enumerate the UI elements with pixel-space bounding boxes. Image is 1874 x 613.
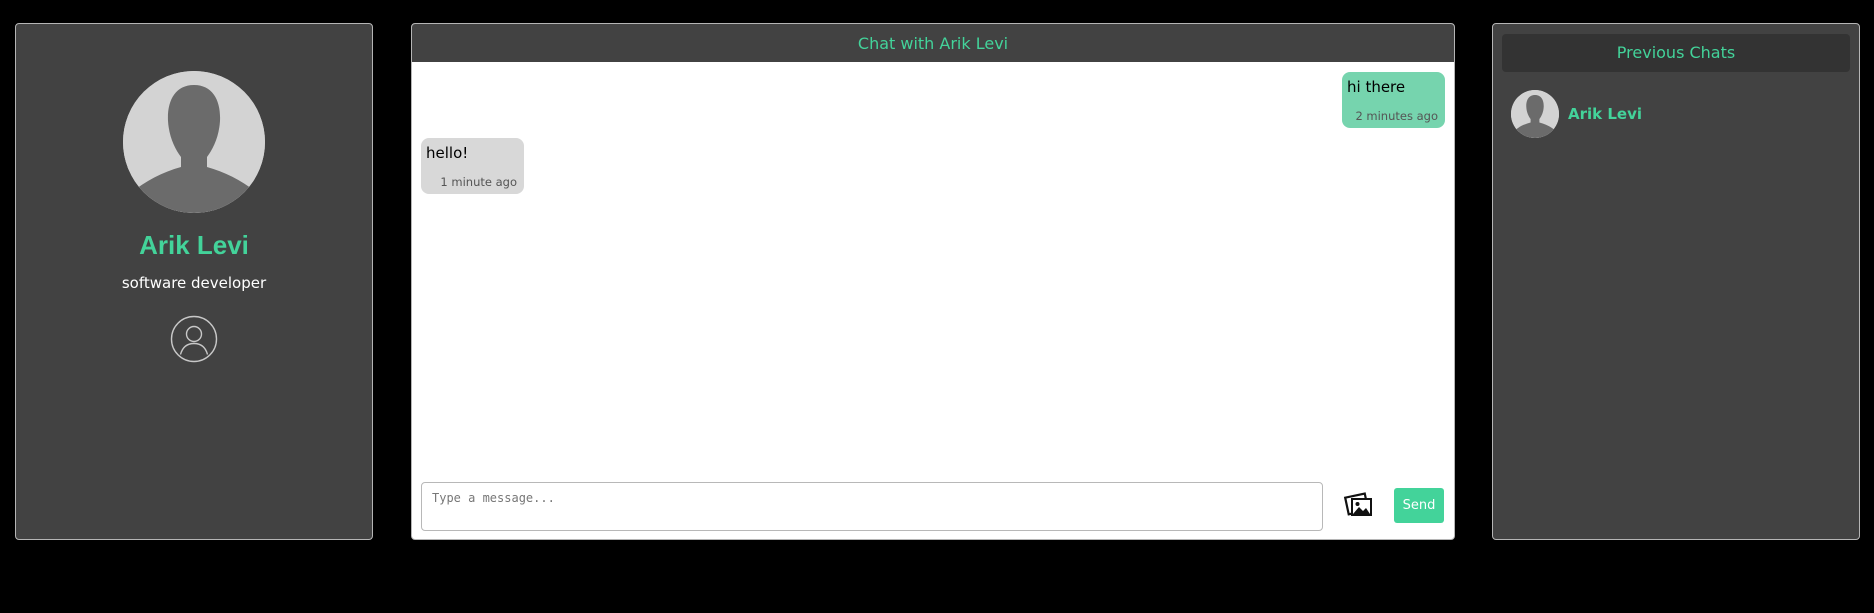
chat-title: Chat with Arik Levi: [412, 24, 1454, 62]
previous-chats-panel: Previous Chats Arik Levi: [1492, 23, 1860, 540]
image-attach-icon[interactable]: [1343, 489, 1375, 521]
message-timestamp: 2 minutes ago: [1355, 109, 1438, 123]
profile-name: Arik Levi: [139, 230, 249, 260]
message-text: hello!: [426, 144, 469, 162]
chat-history-name: Arik Levi: [1568, 105, 1642, 123]
history-avatar: [1511, 90, 1559, 138]
chat-history-item[interactable]: Arik Levi: [1502, 90, 1850, 140]
avatar-silhouette-icon: [123, 71, 265, 213]
message-timestamp: 1 minute ago: [440, 175, 517, 189]
profile-panel: Arik Levi software developer: [15, 23, 373, 540]
message-sent: hi there 2 minutes ago: [1342, 72, 1445, 128]
profile-role: software developer: [121, 274, 267, 292]
message-received: hello! 1 minute ago: [421, 138, 524, 194]
user-circle-icon[interactable]: [170, 315, 218, 363]
message-input[interactable]: [421, 482, 1323, 531]
avatar-silhouette-icon: [1511, 90, 1559, 138]
previous-chats-title: Previous Chats: [1502, 34, 1850, 72]
profile-avatar: [123, 71, 265, 213]
chat-panel: Chat with Arik Levi hi there 2 minutes a…: [411, 23, 1455, 540]
message-text: hi there: [1347, 78, 1406, 96]
send-button[interactable]: Send: [1394, 488, 1444, 523]
